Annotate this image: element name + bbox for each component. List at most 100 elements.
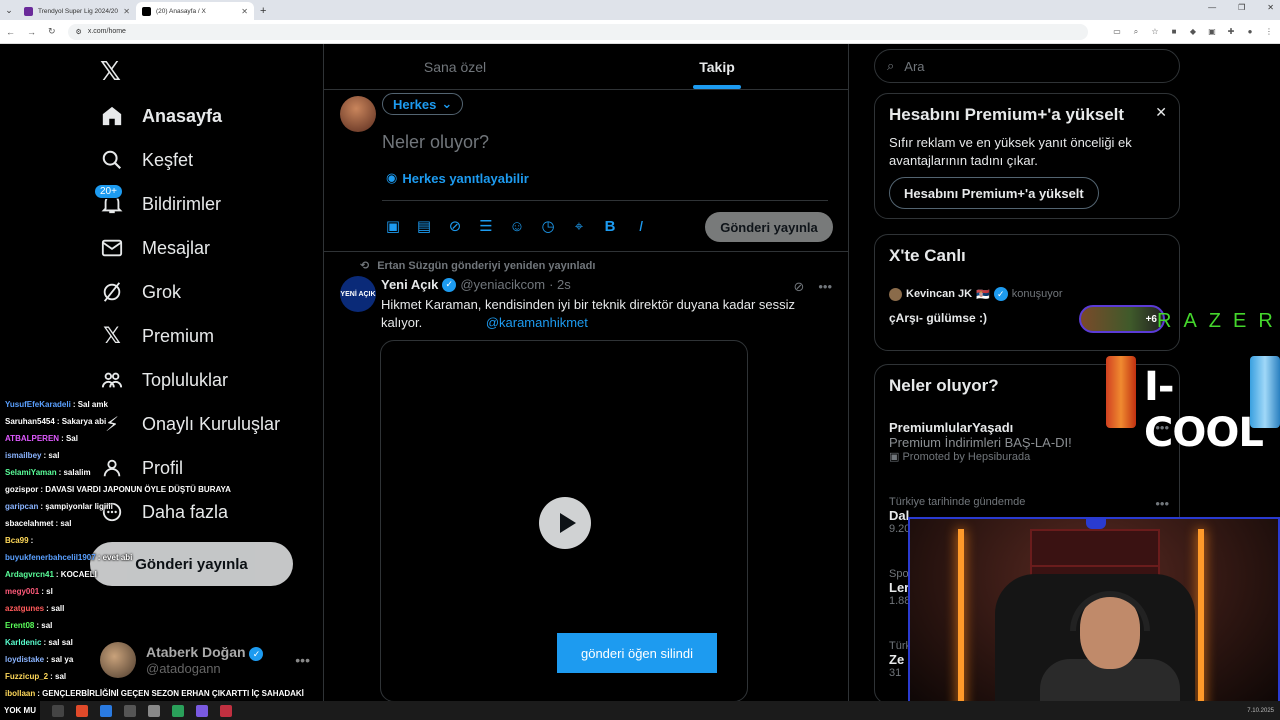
chat-username: SelamiYaman — [5, 468, 57, 477]
chat-message: SelamiYaman: salalim — [0, 464, 330, 481]
cast-icon[interactable]: ▭ — [1112, 27, 1122, 37]
reload-icon[interactable]: ↻ — [48, 26, 56, 37]
nav-explore[interactable]: Keşfet — [100, 148, 193, 172]
reply-scope-button[interactable]: ◉ Herkes yanıtlayabilir — [386, 170, 529, 186]
premium-upgrade-button[interactable]: Hesabını Premium+'a yükselt — [889, 177, 1099, 209]
flag-icon: 🇷🇸 — [976, 288, 990, 301]
listener-avatars[interactable]: +6 — [1079, 305, 1165, 333]
start-icon[interactable] — [52, 704, 64, 717]
close-icon[interactable]: ✕ — [1155, 104, 1167, 121]
nav-label: Topluluklar — [142, 369, 229, 390]
live-host[interactable]: Kevincan JK 🇷🇸 ✓ konuşuyor — [889, 287, 1063, 301]
tab-for-you[interactable]: Sana özel — [324, 44, 586, 89]
italic-icon[interactable]: I — [632, 217, 650, 235]
neon-light — [958, 529, 964, 710]
nav-label: Keşfet — [142, 149, 194, 170]
new-tab-button[interactable]: + — [254, 2, 272, 20]
nav-home[interactable]: Anasayfa — [100, 104, 222, 128]
chat-text: : sal — [43, 451, 60, 460]
chevron-down-icon: ⌄ — [441, 96, 453, 111]
x-logo-icon[interactable]: 𝕏 — [100, 56, 121, 87]
author-handle[interactable]: @yeniacikcom — [460, 277, 545, 292]
nav-notifications[interactable]: 20+ Bildirimler — [94, 184, 222, 216]
nav-grok[interactable]: Grok — [100, 280, 181, 304]
chat-text: : sl — [41, 587, 53, 596]
post-deleted-button[interactable]: gönderi öğen silindi — [557, 633, 717, 673]
x-icon: 𝕏 — [103, 323, 121, 348]
minimize-icon[interactable]: — — [1208, 3, 1216, 12]
bookmark-star-icon[interactable]: ☆ — [1150, 27, 1160, 37]
gif-icon[interactable]: ▤ — [415, 217, 433, 235]
live-title[interactable]: çArşı- gülümse :) — [889, 311, 987, 325]
compose-input[interactable]: Neler oluyor? — [382, 132, 489, 153]
back-icon[interactable]: ← — [6, 27, 15, 37]
app-icon[interactable] — [76, 704, 88, 717]
extensions-area: ▭ ⌕ ☆ ■ ◆ ▣ ✚ ● ⋮ — [1112, 27, 1274, 37]
app-icon[interactable] — [100, 704, 112, 717]
chat-message: Ardagvrcn41: KOCAELI — [0, 566, 330, 583]
grok-icon[interactable]: ⊘ — [446, 217, 464, 235]
tab-following[interactable]: Takip — [586, 44, 848, 89]
profile-avatar-icon[interactable]: ● — [1245, 27, 1255, 37]
avatar[interactable]: YENİ AÇIK — [340, 276, 376, 312]
chat-message: Karldenic: sal sal — [0, 634, 330, 651]
author-name[interactable]: Yeni Açık — [381, 277, 438, 292]
extension-icon[interactable]: ◆ — [1188, 27, 1198, 37]
tab-title: (20) Anasayfa / X — [156, 7, 206, 15]
restore-icon[interactable]: ❐ — [1238, 3, 1245, 12]
app-icon[interactable] — [124, 704, 136, 717]
site-info-icon[interactable]: ⚙ — [76, 28, 82, 36]
audience-selector[interactable]: Herkes ⌄ — [382, 93, 464, 115]
live-on-x-card: X'te Canlı Kevincan JK 🇷🇸 ✓ konuşuyor çA… — [874, 234, 1180, 351]
chat-message: gozispor: DAVASI VARDI JAPONUN ÖYLE DÜŞT… — [0, 481, 330, 498]
taskbar-clock: 7.10.2025 — [1247, 707, 1274, 714]
premium-upsell-card: Hesabını Premium+'a yükselt ✕ Sıfır rekl… — [874, 93, 1180, 219]
forward-icon[interactable]: → — [27, 27, 36, 37]
browser-tab-1[interactable]: (20) Anasayfa / X ✕ — [136, 2, 254, 20]
more-dots-icon[interactable]: ••• — [1155, 496, 1169, 511]
search-input[interactable]: ⌕ Ara — [874, 49, 1180, 83]
nav-communities[interactable]: Topluluklar — [100, 368, 228, 392]
more-dots-icon[interactable]: ••• — [818, 279, 832, 295]
extension-icon[interactable]: ▣ — [1207, 27, 1217, 37]
trend-kicker: Türkiye tarihinde gündemde — [889, 496, 1026, 508]
app-icon[interactable] — [196, 704, 208, 717]
location-icon[interactable]: ⌖ — [570, 217, 588, 235]
browser-toolbar: ← → ↻ ⚙ x.com/home ▭ ⌕ ☆ ■ ◆ ▣ ✚ ● ⋮ — [0, 20, 1280, 44]
image-icon[interactable]: ▣ — [384, 217, 402, 235]
close-tab-icon[interactable]: ✕ — [123, 7, 130, 16]
reply-scope-label: Herkes yanıtlayabilir — [402, 170, 529, 186]
chat-message: sbacelahmet: sal — [0, 515, 330, 532]
bold-icon[interactable]: B — [601, 217, 619, 235]
tweet-actions: ⊘ ••• — [793, 279, 832, 295]
tweet-text: Hikmet Karaman, kendisinden iyi bir tekn… — [381, 296, 821, 332]
extension-icon[interactable]: ■ — [1169, 27, 1179, 37]
menu-dots-icon[interactable]: ⋮ — [1264, 27, 1274, 37]
compose-post-button[interactable]: Gönderi yayınla — [705, 212, 833, 242]
chat-text: : sal — [50, 672, 67, 681]
zoom-icon[interactable]: ⌕ — [1131, 27, 1141, 37]
drink-can-icon — [1106, 356, 1136, 428]
grok-icon[interactable]: ⊘ — [793, 279, 804, 295]
tab-search-icon[interactable]: ⌄ — [0, 0, 18, 20]
nav-label: Bildirimler — [142, 193, 222, 214]
home-icon — [100, 104, 124, 128]
schedule-icon[interactable]: ◷ — [539, 217, 557, 235]
play-icon[interactable] — [539, 497, 591, 549]
puzzle-icon[interactable]: ✚ — [1226, 27, 1236, 37]
browser-icon[interactable] — [148, 704, 160, 717]
mention-link[interactable]: @karamanhikmet — [486, 315, 588, 330]
emoji-icon[interactable]: ☺ — [508, 217, 526, 235]
browser-tab-0[interactable]: Trendyol Super Lig 2024/2025 : ✕ — [18, 2, 136, 20]
app-icon[interactable] — [172, 704, 184, 717]
tweet-time[interactable]: · 2s — [549, 277, 571, 292]
address-bar[interactable]: ⚙ x.com/home — [67, 23, 1088, 40]
close-tab-icon[interactable]: ✕ — [241, 7, 248, 16]
app-icon[interactable] — [220, 704, 232, 717]
nav-premium[interactable]: 𝕏 Premium — [100, 323, 214, 348]
search-placeholder: Ara — [904, 58, 925, 74]
poll-icon[interactable]: ☰ — [477, 217, 495, 235]
nav-messages[interactable]: Mesajlar — [100, 236, 210, 260]
chat-text: : GENÇLERBİRLİĞİNİ GEÇEN SEZON ERHAN ÇIK… — [37, 689, 304, 698]
close-window-icon[interactable]: ✕ — [1267, 3, 1274, 12]
